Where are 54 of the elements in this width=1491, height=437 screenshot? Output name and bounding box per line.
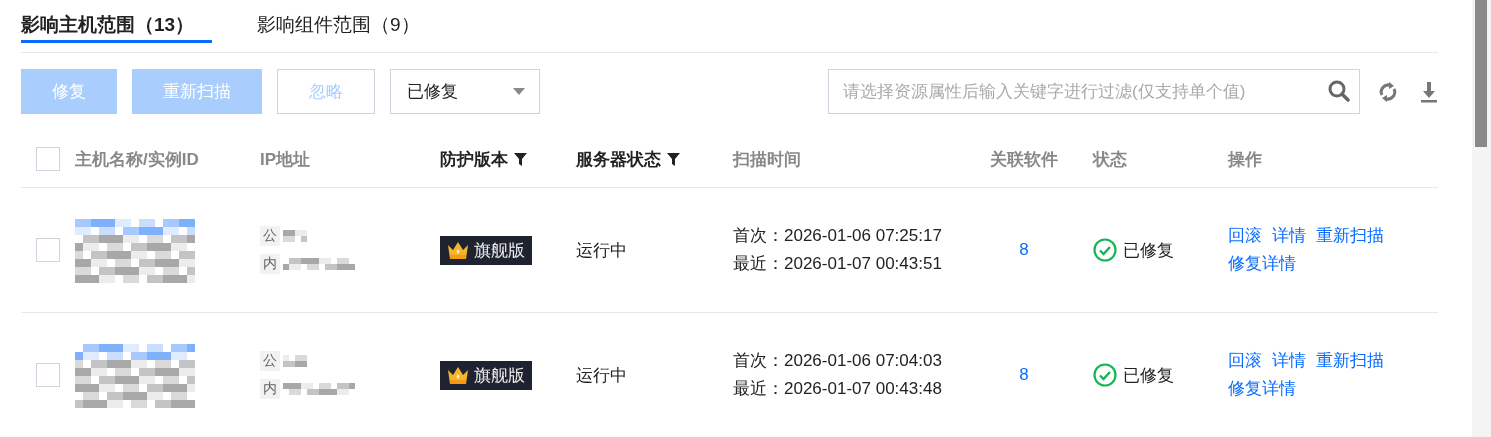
last-scan-time: 最近：2026-01-07 00:43:51 [733, 253, 943, 275]
redacted-mosaic [283, 383, 355, 395]
ip-type-label: 内 [260, 254, 280, 274]
column-header: 关联软件 [990, 148, 1058, 171]
action-link[interactable]: 重新扫描 [1316, 348, 1384, 374]
column-header: 服务器状态 [576, 148, 661, 171]
edition-badge: 旗舰版 [440, 360, 532, 390]
column-header: 状态 [1093, 148, 1127, 171]
ip-type-label: 公 [260, 351, 280, 371]
repair-status: 已修复 [1123, 364, 1174, 387]
column-header: IP地址 [260, 148, 311, 171]
first-scan-time: 首次：2026-01-06 07:04:03 [733, 350, 943, 372]
redacted-mosaic [283, 258, 355, 270]
column-header: 扫描时间 [733, 148, 801, 171]
search-field[interactable]: 请选择资源属性后输入关键字进行过滤(仅支持单个值) [828, 69, 1360, 114]
column-header: 操作 [1228, 148, 1262, 171]
edition-badge: 旗舰版 [440, 235, 532, 265]
action-link[interactable]: 回滚 [1228, 348, 1262, 374]
refresh-icon[interactable] [1378, 80, 1398, 103]
ip-type-label: 内 [260, 379, 280, 399]
check-circle-icon [1093, 363, 1117, 387]
redacted-mosaic [283, 230, 307, 242]
first-scan-time: 首次：2026-01-06 07:25:17 [733, 225, 943, 247]
caret-icon [513, 88, 525, 95]
software-count-link[interactable]: 8 [970, 362, 1078, 388]
crown-icon [447, 365, 469, 385]
tab[interactable]: 影响主机范围（13） [21, 0, 212, 43]
row-checkbox[interactable] [36, 238, 60, 262]
column-header: 主机名称/实例ID [75, 148, 199, 171]
action-link[interactable]: 详情 [1272, 348, 1306, 374]
server-status: 运行中 [576, 239, 628, 262]
crown-icon [447, 240, 469, 260]
scrollbar-thumb[interactable] [1475, 0, 1487, 147]
select-all-checkbox[interactable] [36, 147, 60, 171]
filter-icon[interactable] [514, 152, 527, 166]
search-icon[interactable] [1328, 80, 1350, 102]
action-link[interactable]: 修复详情 [1228, 376, 1296, 402]
repair-status: 已修复 [1123, 239, 1174, 262]
filter-icon[interactable] [667, 152, 680, 166]
redacted-mosaic [283, 355, 307, 367]
check-circle-icon [1093, 238, 1117, 262]
action-link[interactable]: 回滚 [1228, 223, 1262, 249]
server-status: 运行中 [576, 364, 628, 387]
last-scan-time: 最近：2026-01-07 00:43:48 [733, 378, 943, 400]
column-header: 防护版本 [440, 148, 508, 171]
status-dropdown[interactable]: 已修复 [390, 69, 540, 114]
row-checkbox[interactable] [36, 363, 60, 387]
ip-type-label: 公 [260, 226, 280, 246]
software-count-link[interactable]: 8 [970, 237, 1078, 263]
action-link[interactable]: 修复详情 [1228, 251, 1296, 277]
action-link[interactable]: 详情 [1272, 223, 1306, 249]
download-icon[interactable] [1420, 80, 1438, 103]
tab[interactable]: 影响组件范围（9） [257, 0, 420, 43]
action-link[interactable]: 重新扫描 [1316, 223, 1384, 249]
